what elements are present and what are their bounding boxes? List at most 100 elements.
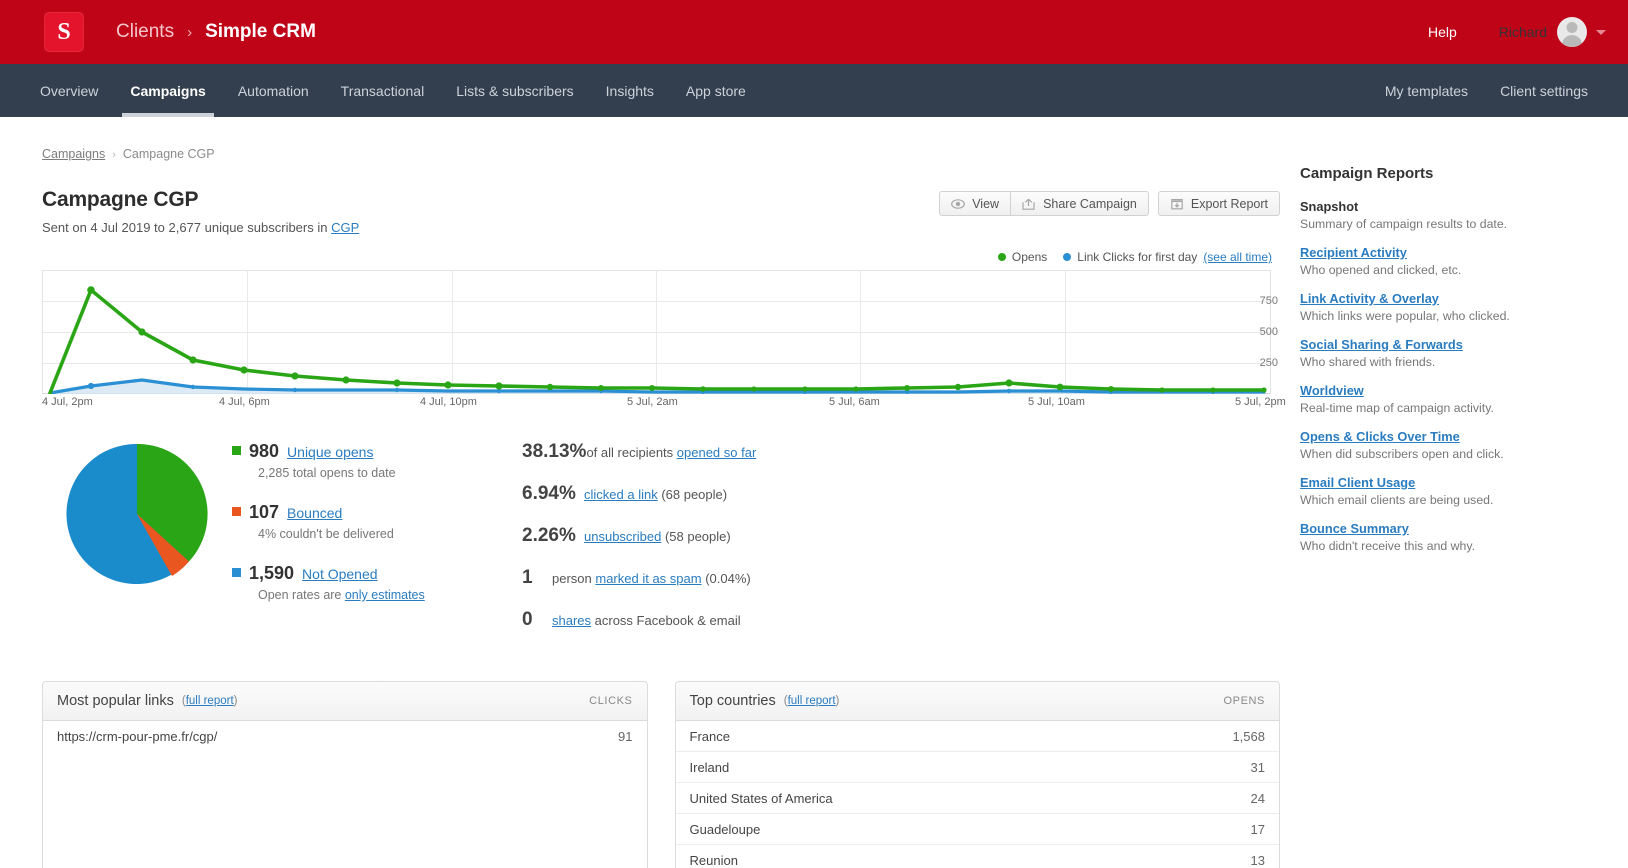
x-tick-1: 4 Jul, 6pm (219, 396, 270, 408)
nav-item-campaigns[interactable]: Campaigns (114, 64, 221, 117)
sidebar-item-desc: When did subscribers open and click. (1300, 447, 1504, 461)
chart-canvas (42, 270, 1271, 394)
nav-secondary-group: My templates Client settings (1369, 64, 1604, 117)
main-navigation-bar: Overview Campaigns Automation Transactio… (0, 64, 1628, 117)
swatch-unique-opens (232, 446, 241, 455)
countries-table-title: Top countries (689, 693, 776, 709)
chart-y-axis: 750 500 250 (1250, 270, 1278, 392)
nav-item-insights[interactable]: Insights (590, 64, 670, 117)
table-row[interactable]: https://crm-pour-pme.fr/cgp/ 91 (43, 721, 647, 752)
view-button[interactable]: View (939, 191, 1012, 216)
sidebar-item-opens-clicks-over-time[interactable]: Opens & Clicks Over Time When did subscr… (1300, 429, 1580, 461)
y-tick-750: 750 (1259, 295, 1278, 307)
sidebar-item-desc: Who didn't receive this and why. (1300, 539, 1476, 553)
table-row[interactable]: Guadeloupe 17 (675, 814, 1279, 845)
clicked-a-link-link[interactable]: clicked a link (584, 487, 658, 502)
countries-full-report-link[interactable]: full report (788, 695, 836, 707)
view-button-label: View (972, 196, 1000, 211)
table-row[interactable]: France 1,568 (675, 721, 1279, 752)
stat-bounced: 107 Bounced 4% couldn't be delivered (232, 502, 482, 541)
sidebar-item-social-sharing-forwards[interactable]: Social Sharing & Forwards Who shared wit… (1300, 337, 1580, 369)
sidebar-item-email-client-usage[interactable]: Email Client Usage Which email clients a… (1300, 475, 1580, 507)
share-icon (1022, 198, 1036, 210)
bottom-tables-row: Most popular links (full report) CLICKS … (42, 681, 1280, 868)
links-table-header: Most popular links (full report) CLICKS (43, 682, 647, 721)
unsubscribed-link[interactable]: unsubscribed (584, 529, 661, 544)
nav-item-app-store[interactable]: App store (670, 64, 762, 117)
sidebar-item-link-activity-overlay[interactable]: Link Activity & Overlay Which links were… (1300, 291, 1580, 323)
marked-as-spam-link[interactable]: marked it as spam (595, 571, 701, 586)
nav-item-automation[interactable]: Automation (222, 64, 325, 117)
legend-swatch-opens (997, 253, 1006, 261)
export-report-button[interactable]: Export Report (1157, 191, 1280, 216)
country-name: Guadeloupe (689, 821, 761, 837)
export-report-button-label: Export Report (1190, 196, 1268, 211)
sidebar-item-title[interactable]: Worldview (1300, 383, 1364, 398)
breadcrumb-clients[interactable]: Clients (116, 21, 174, 43)
stat-sub-unique-opens: 2,285 total opens to date (258, 466, 396, 480)
header-right-group: Help Richard (1428, 17, 1606, 47)
stat-link-unique-opens[interactable]: Unique opens (287, 444, 373, 460)
user-name-label[interactable]: Richard (1499, 24, 1547, 40)
app-logo[interactable]: S (44, 12, 84, 52)
x-tick-3: 5 Jul, 2am (627, 396, 678, 408)
links-full-report: (full report) (181, 695, 238, 707)
campaign-stats-row: 980 Unique opens 2,285 total opens to da… (42, 433, 1280, 651)
table-row[interactable]: United States of America 24 (675, 783, 1279, 814)
percent-text-shares: shares across Facebook & email (552, 613, 741, 628)
nav-item-overview[interactable]: Overview (24, 64, 114, 117)
sidebar-item-title[interactable]: Social Sharing & Forwards (1300, 337, 1463, 352)
sidebar-item-desc: Which links were popular, who clicked. (1300, 309, 1510, 323)
percent-value-clicked: 6.94% (522, 483, 576, 504)
chevron-down-icon[interactable] (1596, 29, 1606, 35)
nav-item-lists-subscribers[interactable]: Lists & subscribers (440, 64, 589, 117)
table-row[interactable]: Ireland 31 (675, 752, 1279, 783)
sidebar-item-title: Snapshot (1300, 199, 1359, 214)
campaign-header-row: Campagne CGP Sent on 4 Jul 2019 to 2,677… (42, 188, 1280, 235)
campaign-list-link[interactable]: CGP (331, 220, 359, 235)
header-breadcrumb: Clients › Simple CRM (116, 21, 316, 43)
x-tick-5: 5 Jul, 10am (1028, 396, 1085, 408)
sidebar-item-title[interactable]: Recipient Activity (1300, 245, 1407, 260)
sidebar-item-desc: Real-time map of campaign activity. (1300, 401, 1494, 415)
stat-value-not-opened: 1,590 (249, 563, 295, 583)
sidebar-item-title[interactable]: Opens & Clicks Over Time (1300, 429, 1460, 444)
opened-so-far-link[interactable]: opened so far (677, 445, 757, 460)
table-row[interactable]: Reunion 13 (676, 845, 1280, 868)
swatch-not-opened (232, 568, 241, 577)
sidebar-item-title[interactable]: Link Activity & Overlay (1300, 291, 1439, 306)
sidebar-item-snapshot: Snapshot Summary of campaign results to … (1300, 199, 1580, 231)
nav-item-transactional[interactable]: Transactional (325, 64, 441, 117)
see-all-time-link[interactable]: (see all time) (1203, 250, 1272, 264)
sidebar-item-desc: Which email clients are being used. (1300, 493, 1494, 507)
only-estimates-link[interactable]: only estimates (345, 588, 425, 602)
country-opens-value: 17 (1250, 821, 1265, 837)
share-campaign-button[interactable]: Share Campaign (1011, 191, 1149, 216)
breadcrumb-campaigns-link[interactable]: Campaigns (42, 147, 105, 161)
page-body: Campaigns › Campagne CGP Campagne CGP Sent… (0, 117, 1628, 868)
nav-item-client-settings[interactable]: Client settings (1484, 64, 1604, 117)
sidebar-item-bounce-summary[interactable]: Bounce Summary Who didn't receive this a… (1300, 521, 1580, 553)
sidebar-item-title[interactable]: Bounce Summary (1300, 521, 1409, 536)
sidebar-item-desc: Who shared with friends. (1300, 355, 1436, 369)
y-tick-250: 250 (1259, 357, 1278, 369)
percent-value-unsubscribed: 2.26% (522, 525, 576, 546)
links-full-report-link[interactable]: full report (186, 695, 234, 707)
link-clicks-value: 91 (618, 729, 633, 744)
x-tick-4: 5 Jul, 6am (829, 396, 880, 408)
shares-link[interactable]: shares (552, 613, 591, 628)
sidebar-item-recipient-activity[interactable]: Recipient Activity Who opened and clicke… (1300, 245, 1580, 277)
top-header-bar: S Clients › Simple CRM Help Richard (0, 0, 1628, 64)
stat-link-bounced[interactable]: Bounced (287, 505, 342, 521)
legend-label-clicks: Link Clicks for first day (1077, 250, 1198, 264)
avatar[interactable] (1557, 17, 1587, 47)
sidebar-item-title[interactable]: Email Client Usage (1300, 475, 1415, 490)
link-url: https://crm-pour-pme.fr/cgp/ (57, 729, 218, 744)
stat-link-not-opened[interactable]: Not Opened (302, 566, 378, 582)
help-link[interactable]: Help (1428, 24, 1457, 40)
percent-opened: 38.13% of all recipients opened so far (522, 441, 756, 463)
breadcrumb-client-name[interactable]: Simple CRM (205, 21, 316, 43)
nav-item-my-templates[interactable]: My templates (1369, 64, 1484, 117)
eye-icon (951, 198, 966, 210)
sidebar-item-worldview[interactable]: Worldview Real-time map of campaign acti… (1300, 383, 1580, 415)
